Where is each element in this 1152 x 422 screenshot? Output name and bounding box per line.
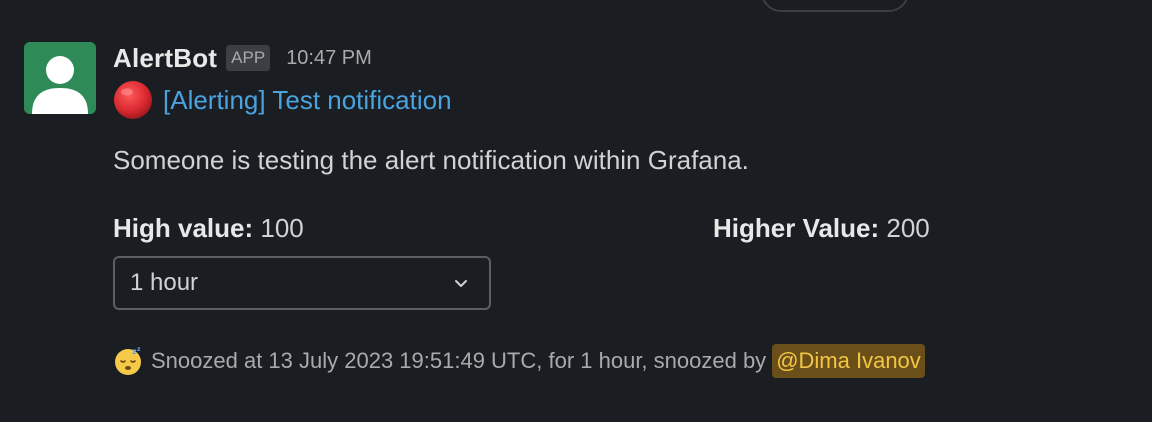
- alert-fields: High value: 100 Higher Value: 200: [113, 210, 1133, 246]
- red-circle-emoji-icon: [114, 81, 152, 119]
- message-timestamp[interactable]: 10:47 PM: [286, 47, 372, 70]
- field-value: 200: [886, 213, 930, 243]
- app-badge: APP: [226, 45, 271, 71]
- snooze-duration-select[interactable]: 1 hour: [113, 256, 491, 310]
- field-label: High value:: [113, 213, 254, 243]
- svg-text:z: z: [137, 346, 141, 353]
- field-label: Higher Value:: [713, 213, 880, 243]
- snooze-context: z z Snoozed at 13 July 2023 19:51:49 UTC…: [113, 342, 1133, 380]
- avatar[interactable]: [24, 42, 96, 114]
- message-header: AlertBot APP 10:47 PM: [113, 40, 1133, 76]
- alert-description: Someone is testing the alert notificatio…: [113, 145, 749, 175]
- alert-title-link[interactable]: [Alerting] Test notification: [163, 85, 452, 116]
- user-silhouette-icon: [24, 42, 96, 114]
- snooze-text: Snoozed at 13 July 2023 19:51:49 UTC, fo…: [151, 348, 767, 373]
- field-higher-value: Higher Value: 200: [713, 210, 930, 246]
- slack-message-view: AlertBot APP 10:47 PM [Alerting] Test no…: [0, 0, 1152, 422]
- message-body: AlertBot APP 10:47 PM [Alerting] Test no…: [113, 40, 1133, 380]
- field-value: 100: [260, 213, 304, 243]
- sender-name[interactable]: AlertBot: [113, 43, 217, 74]
- top-partial-button[interactable]: [761, 0, 909, 12]
- alert-title-row: [Alerting] Test notification: [113, 80, 1133, 120]
- field-high-value: High value: 100: [113, 210, 304, 246]
- snooze-select-value: 1 hour: [130, 269, 199, 296]
- sleeping-face-icon: z z: [115, 346, 141, 375]
- chevron-down-icon: [455, 280, 467, 287]
- user-mention[interactable]: @Dima Ivanov: [772, 344, 925, 378]
